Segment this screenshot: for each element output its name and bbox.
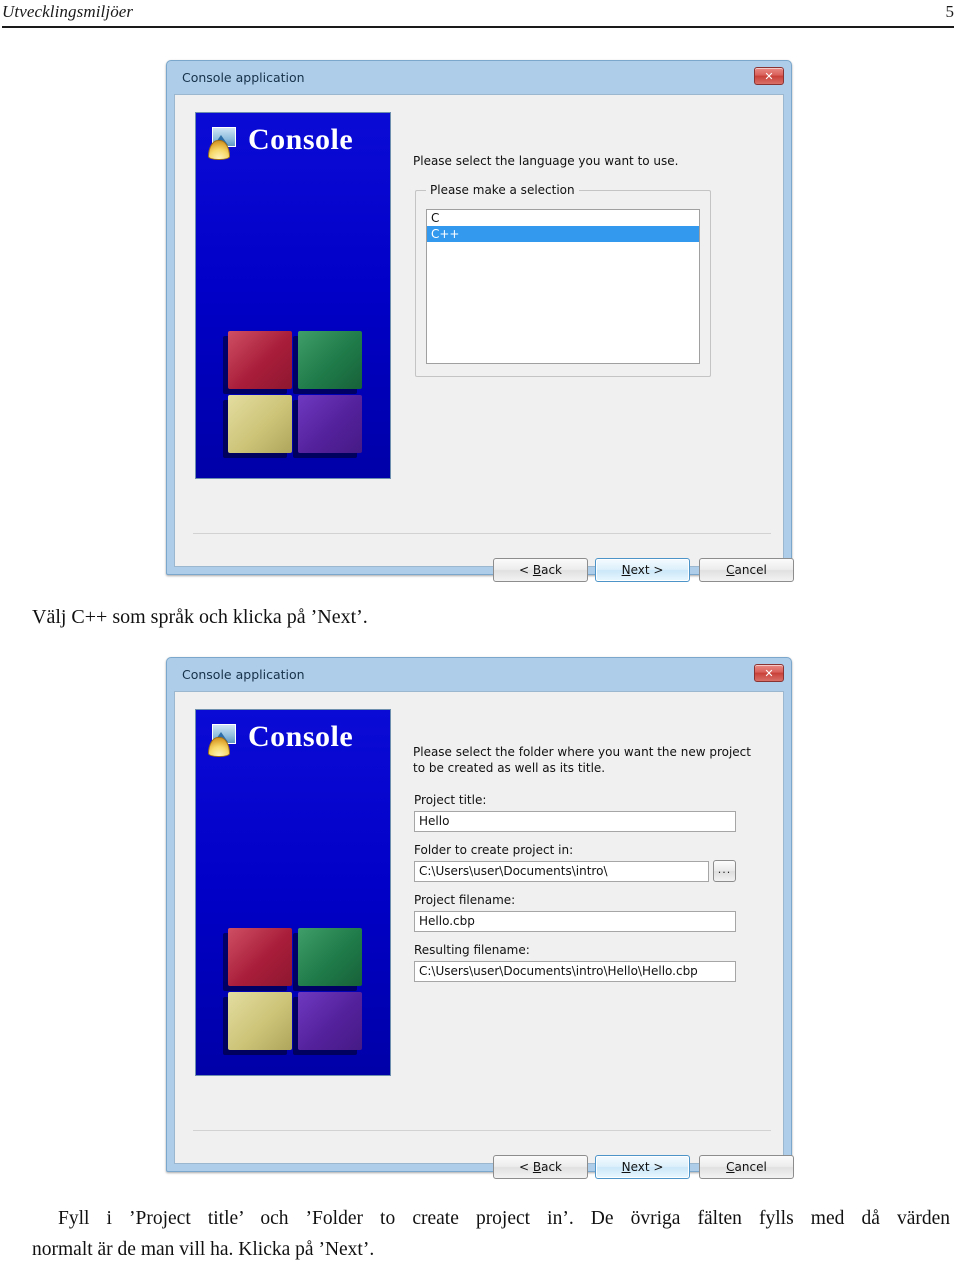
window-title: Console application [182, 667, 305, 682]
cube-red [228, 331, 292, 389]
cancel-accel: C [726, 1160, 735, 1174]
cube-green [298, 331, 362, 389]
next-button[interactable]: Next > [595, 1155, 690, 1179]
groupbox-legend: Please make a selection [426, 183, 579, 197]
body-paragraph: Fyll i ’Project title’ och ’Folder to cr… [32, 1203, 950, 1265]
banner-title: Console [248, 123, 354, 156]
back-accel: B [532, 563, 542, 577]
cube-green [298, 928, 362, 986]
caption-select-language: Välj C++ som språk och klicka på ’Next’. [32, 606, 368, 628]
banner-heading: Console [196, 121, 390, 167]
back-button[interactable]: < Back [493, 1155, 588, 1179]
project-folder-input[interactable]: C:\Users\user\Documents\intro\ [414, 861, 709, 882]
page-header: Utvecklingsmiljöer 5 [0, 0, 960, 34]
dialog-body: Console Please select the folder where y… [174, 691, 794, 1179]
page-number: 5 [945, 2, 955, 21]
language-listbox[interactable]: C C++ [426, 209, 700, 364]
resulting-filename-label: Resulting filename: [414, 943, 530, 957]
instruction-line-2: to be created as well as its title. [413, 761, 606, 775]
close-icon[interactable]: ✕ [754, 67, 784, 85]
paragraph-line-2: normalt är de man vill ha. Klicka på ’Ne… [32, 1239, 375, 1260]
browse-folder-button[interactable]: ... [713, 860, 736, 882]
back-button[interactable]: < Back [493, 558, 588, 582]
window-title: Console application [182, 70, 305, 85]
header-title: Utvecklingsmiljöer [2, 2, 134, 21]
list-item-c[interactable]: C [427, 210, 699, 226]
console-banner: Console [195, 709, 391, 1076]
console-application-dialog-folder: Console application ✕ Console Please sel [166, 657, 794, 1179]
console-app-icon [208, 127, 242, 161]
project-title-input[interactable]: Hello [414, 811, 736, 832]
cube-purple [298, 992, 362, 1050]
cancel-accel: C [726, 563, 735, 577]
console-application-dialog-language: Console application ✕ Console Please sel [166, 60, 794, 582]
project-folder-label: Folder to create project in: [414, 843, 574, 857]
codeblocks-cubes-logo [220, 325, 368, 457]
cube-khaki [228, 395, 292, 453]
title-bar: Console application ✕ [174, 66, 786, 92]
close-icon[interactable]: ✕ [754, 664, 784, 682]
instruction-line-1: Please select the folder where you want … [413, 745, 751, 759]
next-accel: N [621, 1160, 631, 1174]
project-filename-input[interactable]: Hello.cbp [414, 911, 736, 932]
banner-heading: Console [196, 718, 390, 764]
title-bar: Console application ✕ [174, 663, 786, 689]
button-separator [193, 1130, 771, 1131]
project-filename-label: Project filename: [414, 893, 516, 907]
list-item-cpp[interactable]: C++ [427, 226, 699, 242]
selection-groupbox: Please make a selection C C++ [415, 183, 711, 377]
cube-khaki [228, 992, 292, 1050]
console-banner: Console [195, 112, 391, 479]
cube-red [228, 928, 292, 986]
header-rule [2, 26, 954, 28]
codeblocks-cubes-logo [220, 922, 368, 1054]
instruction-text: Please select the language you want to u… [413, 154, 679, 168]
dialog-body: Console Please select the language you w… [174, 94, 794, 582]
cancel-button[interactable]: Cancel [699, 1155, 794, 1179]
banner-title: Console [248, 720, 354, 753]
next-button[interactable]: Next > [595, 558, 690, 582]
next-accel: N [621, 563, 631, 577]
paragraph-line-1: Fyll i ’Project title’ och ’Folder to cr… [58, 1208, 950, 1229]
back-accel: B [532, 1160, 542, 1174]
cube-purple [298, 395, 362, 453]
cancel-button[interactable]: Cancel [699, 558, 794, 582]
resulting-filename-input: C:\Users\user\Documents\intro\Hello\Hell… [414, 961, 736, 982]
console-app-icon [208, 724, 242, 758]
project-title-label: Project title: [414, 793, 487, 807]
button-separator [193, 533, 771, 534]
